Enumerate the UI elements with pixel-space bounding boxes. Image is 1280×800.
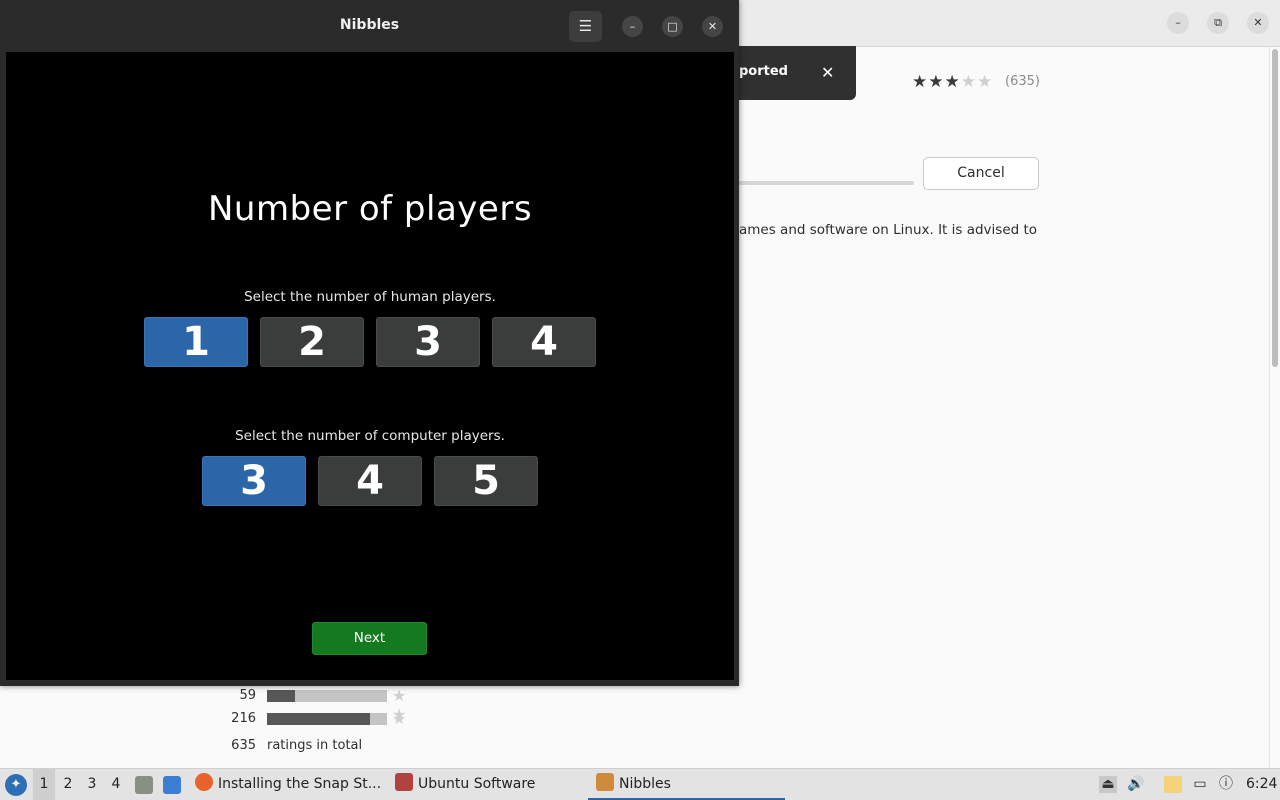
empty-star-icons: ★★ — [960, 72, 994, 92]
task-label: Nibbles — [619, 776, 671, 792]
histogram-bar — [267, 690, 387, 702]
task-nibbles[interactable]: Nibbles — [596, 769, 671, 800]
cancel-button[interactable]: Cancel — [923, 157, 1039, 190]
computer-players-prompt: Select the number of computer players. — [235, 428, 505, 444]
rating-stars: ★★★★★ — [912, 72, 993, 92]
clipboard-icon[interactable] — [1164, 776, 1182, 793]
human-players-button-1[interactable]: 1 — [144, 317, 248, 367]
histogram-bar-fill — [267, 690, 295, 702]
nibbles-icon — [596, 773, 614, 791]
workspace-3[interactable]: 3 — [81, 769, 103, 800]
software-scrollbar[interactable] — [1269, 47, 1280, 768]
task-ubuntu-software[interactable]: Ubuntu Software — [395, 769, 535, 800]
workspace-4[interactable]: 4 — [105, 769, 127, 800]
file-manager-icon[interactable] — [135, 776, 153, 794]
software-icon — [395, 773, 413, 791]
workspace-2[interactable]: 2 — [57, 769, 79, 800]
software-minimize-button[interactable]: – — [1167, 12, 1189, 34]
ratings-total-label: ratings in total — [267, 738, 363, 753]
human-players-button-3[interactable]: 3 — [376, 317, 480, 367]
task-firefox[interactable]: Installing the Snap St... — [195, 769, 381, 800]
task-label: Ubuntu Software — [418, 776, 536, 792]
rating-count: (635) — [1005, 74, 1040, 89]
star-icons: ★ — [392, 709, 411, 728]
workspace-1[interactable]: 1 — [33, 769, 55, 800]
computer-players-button-5[interactable]: 5 — [434, 456, 538, 506]
desktop-icon[interactable] — [163, 776, 181, 794]
notification-icon[interactable]: ⓘ — [1217, 776, 1235, 793]
histogram-count: 216 — [231, 711, 256, 726]
task-label: Installing the Snap St... — [218, 776, 382, 792]
ratings-total-count: 635 — [231, 738, 256, 753]
app-description: ames and software on Linux. It is advise… — [739, 222, 1038, 238]
close-button[interactable]: ✕ — [702, 16, 723, 37]
scrollbar-thumb[interactable] — [1272, 49, 1278, 367]
maximize-button[interactable]: □ — [662, 16, 683, 37]
notification-banner: ported ✕ — [739, 46, 856, 100]
volume-icon[interactable]: 🔊 — [1127, 776, 1145, 793]
page-title: Number of players — [207, 189, 533, 229]
notification-text: ported — [739, 64, 788, 79]
computer-players-button-3[interactable]: 3 — [202, 456, 306, 506]
human-players-prompt: Select the number of human players. — [244, 289, 496, 305]
nibbles-titlebar[interactable]: Nibbles ☰ – □ ✕ — [0, 0, 739, 52]
minimize-button[interactable]: – — [622, 16, 643, 37]
notification-close-icon[interactable]: ✕ — [821, 63, 834, 82]
start-menu-icon[interactable]: ✦ — [5, 774, 27, 796]
nibbles-game-area: Number of players Select the number of h… — [6, 52, 734, 680]
next-button[interactable]: Next — [312, 622, 427, 655]
software-restore-button[interactable]: ⧉ — [1207, 12, 1229, 34]
histogram-bar — [267, 713, 387, 725]
histogram-count: 59 — [239, 688, 256, 703]
taskbar: ✦ 1 2 3 4 Installing the Snap St... Ubun… — [0, 768, 1280, 800]
human-players-button-4[interactable]: 4 — [492, 317, 596, 367]
firefox-icon — [195, 773, 213, 791]
clock[interactable]: 6:24 — [1246, 769, 1277, 800]
histogram-bar-fill — [267, 713, 371, 725]
filled-star-icons: ★★★ — [912, 72, 961, 92]
computer-players-button-4[interactable]: 4 — [318, 456, 422, 506]
hamburger-menu-icon[interactable]: ☰ — [569, 11, 602, 42]
network-icon[interactable]: ▭ — [1191, 776, 1209, 793]
install-progress-bar — [739, 181, 914, 185]
nibbles-window: Nibbles ☰ – □ ✕ Number of players Select… — [0, 0, 739, 686]
human-players-button-2[interactable]: 2 — [260, 317, 364, 367]
tray-eject-icon[interactable]: ⏏ — [1099, 776, 1117, 793]
software-close-button[interactable]: ✕ — [1247, 12, 1269, 34]
